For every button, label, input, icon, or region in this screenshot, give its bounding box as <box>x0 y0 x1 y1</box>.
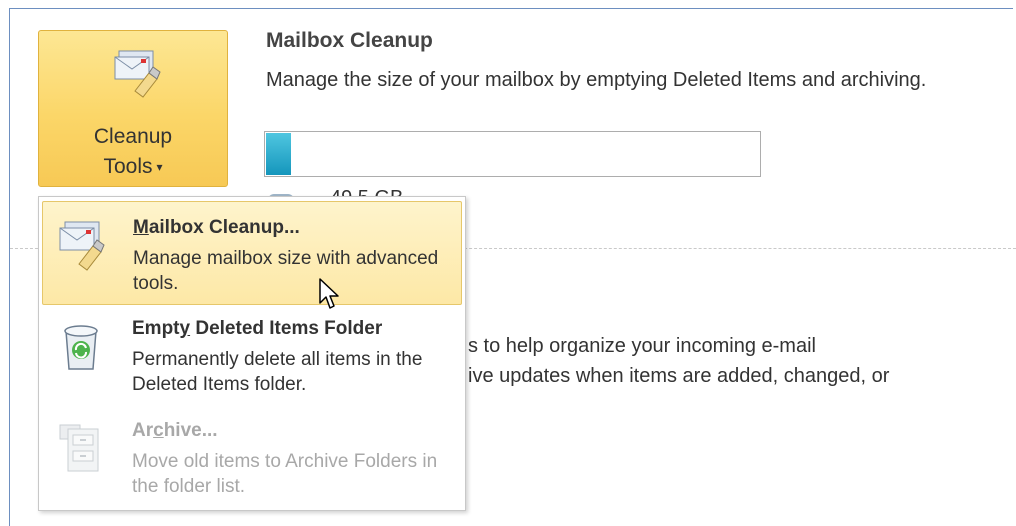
section-title: Mailbox Cleanup <box>266 29 433 52</box>
mailbox-usage-fill <box>266 133 291 175</box>
mailbox-cleanup-icon <box>114 50 161 98</box>
mailbox-cleanup-icon <box>59 221 105 271</box>
archive-icon <box>59 424 99 472</box>
menu-item-description: Move old items to Archive Folders in the… <box>132 451 438 497</box>
recycle-bin-icon <box>64 325 98 370</box>
cleanup-tools-menu: Mailbox Cleanup... Manage mailbox size w… <box>38 196 466 511</box>
dropdown-arrow-icon: ▾ <box>156 160 163 175</box>
mouse-cursor-icon <box>319 278 339 309</box>
menu-item-title: Empty Deleted Items Folder <box>132 318 383 339</box>
menu-item-mailbox-cleanup[interactable]: Mailbox Cleanup... Manage mailbox size w… <box>42 201 462 305</box>
menu-item-description: Permanently delete all items in the Dele… <box>132 349 423 395</box>
menu-item-title: Archive... <box>132 420 218 441</box>
section-description: Manage the size of your mailbox by empty… <box>266 69 927 91</box>
cleanup-tools-button[interactable]: Cleanup Tools ▾ <box>38 30 228 187</box>
menu-item-empty-deleted-items[interactable]: Empty Deleted Items Folder Permanently d… <box>42 303 462 407</box>
menu-item-title: Mailbox Cleanup... <box>133 217 300 238</box>
menu-item-archive: Archive... Move old items to Archive Fol… <box>42 405 462 509</box>
rules-description: s to help organize your incoming e-mail … <box>468 335 890 387</box>
mailbox-usage-bar <box>264 131 761 177</box>
cleanup-tools-label: Cleanup Tools ▾ <box>93 125 173 178</box>
menu-item-description: Manage mailbox size with advanced tools. <box>133 248 439 294</box>
